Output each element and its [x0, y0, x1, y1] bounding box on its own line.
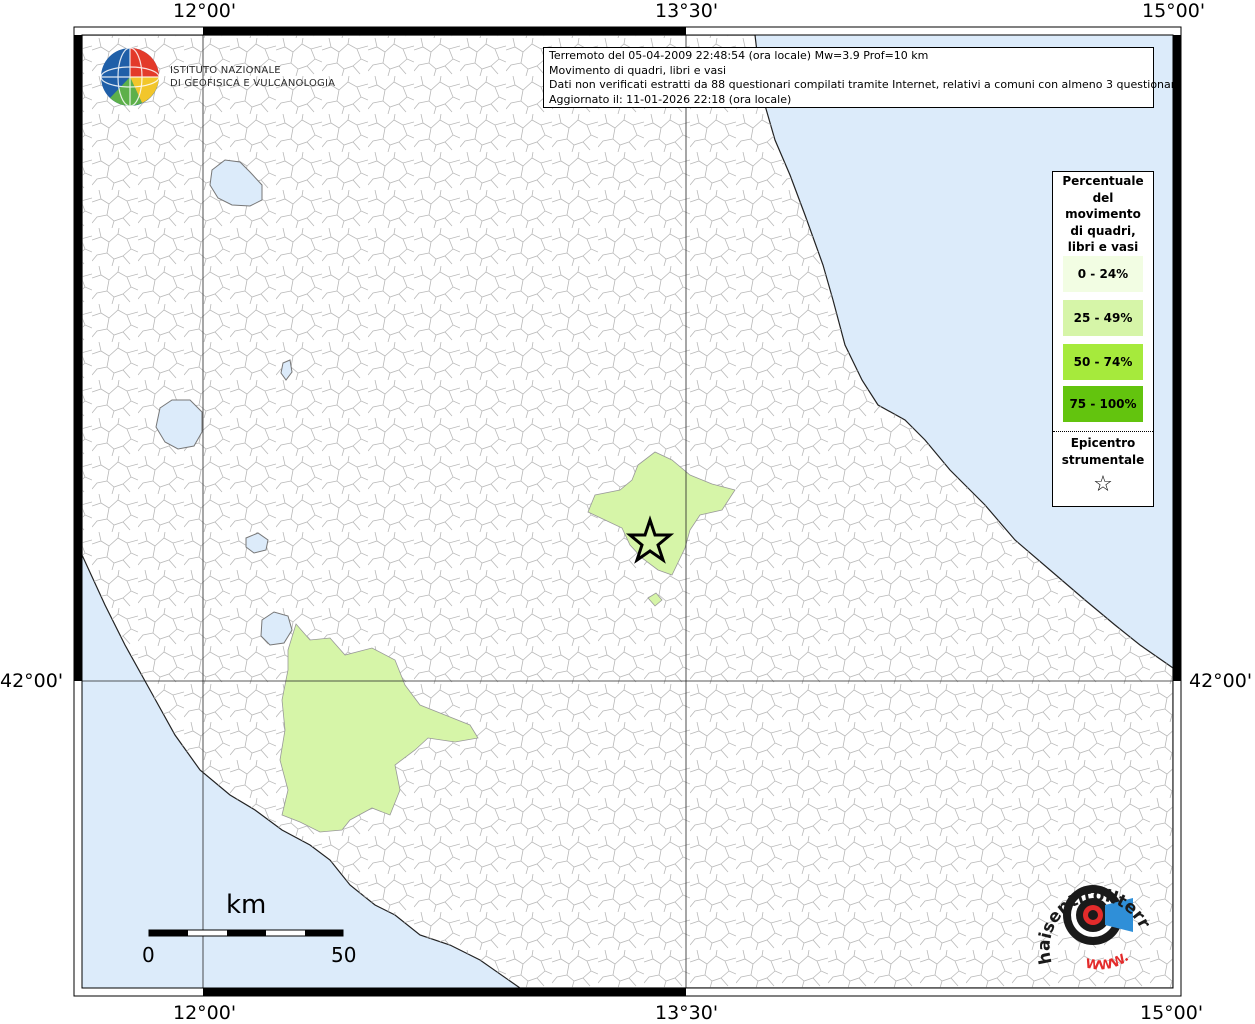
info-line-3: Dati non verificati estratti da 88 quest…	[549, 78, 1182, 91]
legend-star-icon: ☆	[1093, 472, 1113, 497]
scale-end: 50	[331, 943, 357, 967]
frame-top-black	[203, 27, 686, 35]
lat-label-left: 42°00'	[0, 670, 64, 692]
hsit-www-text: WWW.	[1084, 950, 1132, 974]
ingv-globe-icon	[100, 47, 160, 107]
frame-bottom-black	[203, 988, 686, 996]
legend-box: Percentuale del movimento di quadri, lib…	[1052, 171, 1154, 507]
info-line-1: Terremoto del 05-04-2009 22:48:54 (ora l…	[549, 49, 929, 62]
legend-title: Percentuale del movimento di quadri, lib…	[1062, 174, 1144, 254]
lon-label-bottom-2: 13°30'	[655, 1002, 719, 1024]
scale-start: 0	[142, 943, 155, 967]
frame-left-black	[74, 35, 82, 681]
lon-label-top-2: 13°30'	[655, 0, 719, 22]
scale-unit: km	[226, 890, 267, 920]
hsit-logo: haisentitoilterremoto.it WWW.	[1030, 855, 1154, 974]
lon-label-bottom-1: 12°00'	[173, 1002, 237, 1024]
lat-label-right: 42°00'	[1189, 670, 1253, 692]
lon-label-top-1: 12°00'	[173, 0, 237, 22]
lon-label-bottom-3: 15°00'	[1140, 1002, 1204, 1024]
info-line-4: Aggiornato il: 11-01-2026 22:18 (ora loc…	[549, 92, 792, 106]
legend-item-50-74: 50 - 74%	[1063, 344, 1143, 380]
hsit-logo-text: haisentitoilterremoto.it	[1030, 855, 1154, 966]
lon-label-top-3: 15°00'	[1142, 0, 1206, 22]
info-line-2: Movimento di quadri, libri e vasi	[549, 63, 727, 77]
legend-epicenter-label: Epicentro strumentale	[1061, 436, 1145, 467]
frame-right-black	[1173, 35, 1181, 681]
legend-item-25-49: 25 - 49%	[1063, 300, 1143, 336]
ingv-logo-text: ISTITUTO NAZIONALE DI GEOFISICA E VULCAN…	[170, 64, 335, 90]
ingv-line-1: ISTITUTO NAZIONALE	[170, 65, 281, 76]
legend-item-75-100: 75 - 100%	[1063, 386, 1143, 422]
event-info-box: Terremoto del 05-04-2009 22:48:54 (ora l…	[543, 47, 1182, 108]
ingv-line-2: DI GEOFISICA E VULCANOLOGIA	[170, 78, 336, 89]
legend-separator	[1053, 431, 1153, 432]
legend-item-0-24: 0 - 24%	[1063, 256, 1143, 292]
